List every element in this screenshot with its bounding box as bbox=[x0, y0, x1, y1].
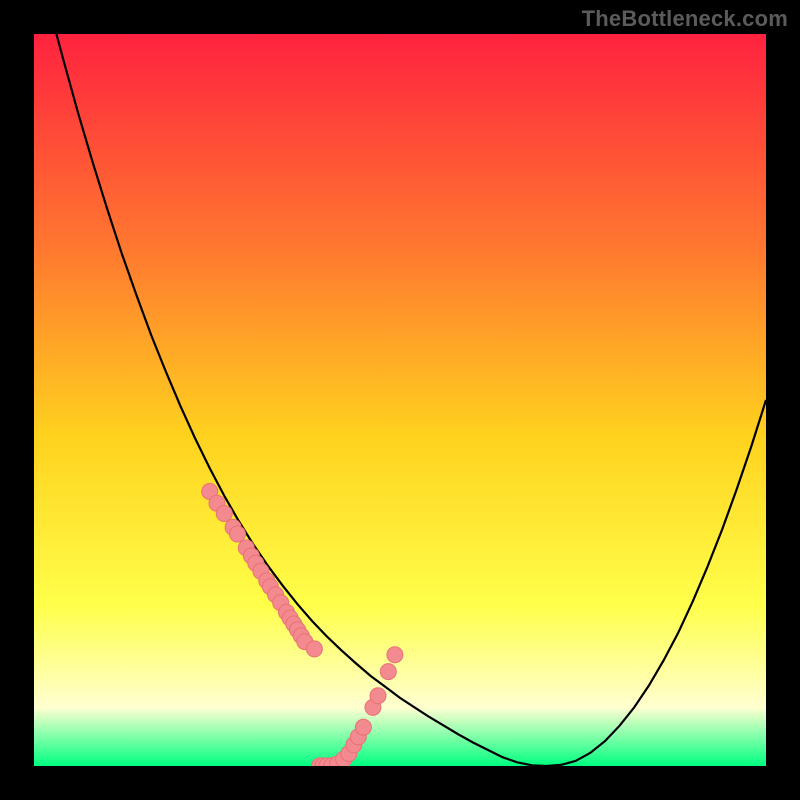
plot-area bbox=[34, 34, 766, 766]
marker-point bbox=[380, 664, 396, 680]
marker-point bbox=[355, 719, 371, 735]
chart-svg bbox=[34, 34, 766, 766]
marker-point bbox=[370, 688, 386, 704]
attribution-text: TheBottleneck.com bbox=[582, 6, 788, 32]
marker-point bbox=[230, 526, 246, 542]
marker-point bbox=[387, 647, 403, 663]
chart-frame: TheBottleneck.com bbox=[0, 0, 800, 800]
marker-point bbox=[216, 506, 232, 522]
marker-point bbox=[306, 641, 322, 657]
